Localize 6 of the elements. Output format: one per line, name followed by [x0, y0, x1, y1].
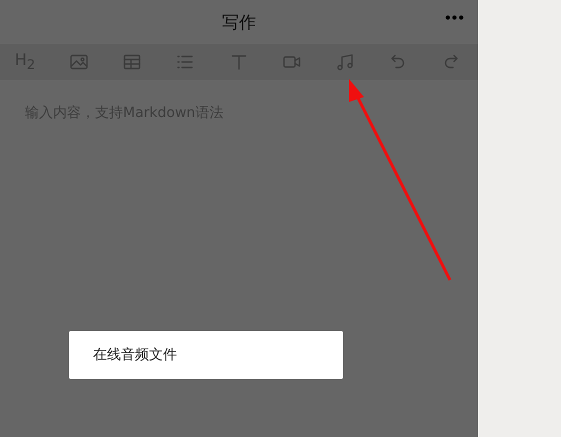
menu-item[interactable]: 在线音频文件	[69, 346, 201, 364]
page-title: 写作	[222, 12, 256, 34]
more-menu-button[interactable]: •••	[444, 11, 464, 25]
music-icon[interactable]	[334, 52, 355, 72]
image-icon[interactable]	[69, 52, 90, 72]
table-icon[interactable]	[122, 52, 142, 72]
